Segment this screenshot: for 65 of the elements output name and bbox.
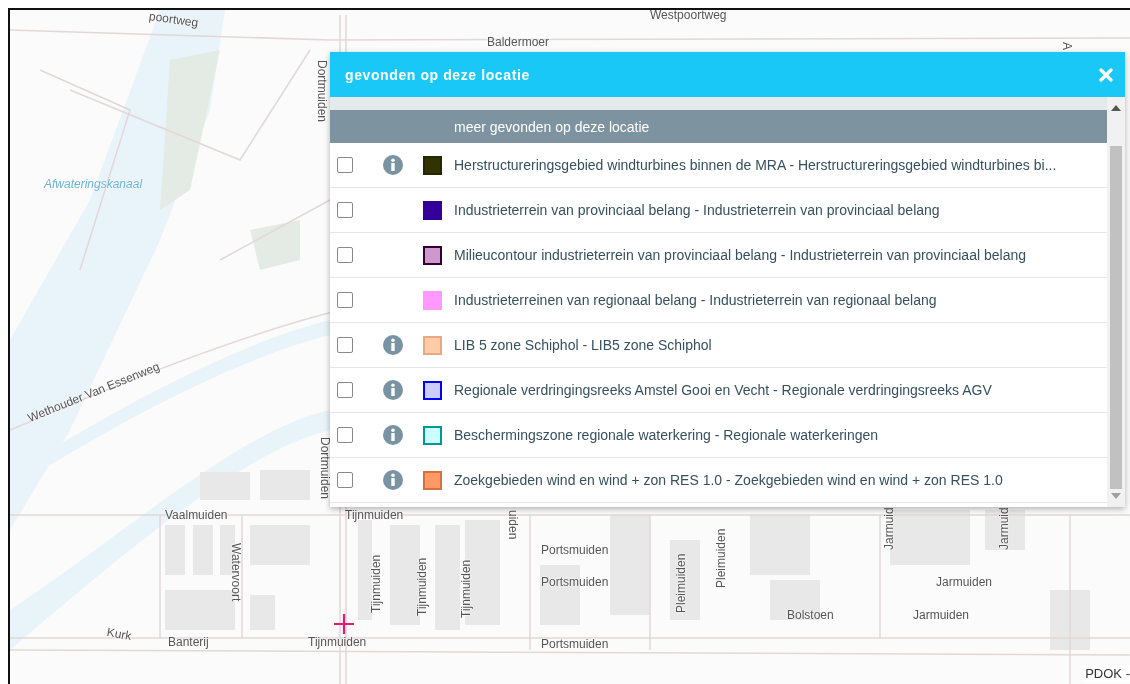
street-label: Tijnmuiden xyxy=(308,636,367,648)
checkbox[interactable] xyxy=(337,292,353,308)
street-label: Portsmuiden xyxy=(541,544,609,556)
close-button[interactable] xyxy=(1099,67,1113,82)
street-label: Westpoortweg xyxy=(650,10,727,21)
layer-row[interactable]: LIB 5 zone Schiphol - LIB5 zone Schiphol xyxy=(330,323,1107,368)
checkbox[interactable] xyxy=(337,337,353,353)
street-label: Jarmuid xyxy=(998,507,1010,550)
street-label: Dortmuiden xyxy=(319,437,331,500)
scrollbar[interactable] xyxy=(1107,97,1125,507)
street-label: Kurk xyxy=(105,626,133,643)
street-label: Vaalmuiden xyxy=(165,509,228,521)
street-label: Tijnmuiden xyxy=(370,554,382,613)
checkbox[interactable] xyxy=(337,427,353,443)
street-label: Tijnmuiden xyxy=(460,559,472,618)
map-attribution: PDOK - xyxy=(1083,665,1130,682)
street-label: Pleimuiden xyxy=(675,553,687,613)
street-label: Afwateringskanaal xyxy=(44,178,143,190)
scroll-down-icon[interactable] xyxy=(1111,493,1121,499)
layer-name: Herstructureringsgebied windturbines binnen de MRA - Herstructureringsgebied windturbines bi... xyxy=(454,157,1057,173)
checkbox[interactable] xyxy=(337,157,353,173)
layer-row[interactable]: Herstructureringsgebied windturbines binnen de MRA - Herstructureringsgebied windturbines bi... xyxy=(330,143,1107,188)
layer-name: LIB 5 zone Schiphol - LIB5 zone Schiphol xyxy=(454,337,712,353)
street-label: A xyxy=(1061,42,1073,50)
street-label: Jarmuiden xyxy=(913,609,970,621)
layer-name: Zoekgebieden wind en wind + zon RES 1.0 - Zoekgebieden wind en wind + zon RES 1.0 xyxy=(454,472,1003,488)
layer-name: Regionale verdringingsreeks Amstel Gooi en Vecht - Regionale verdringingsreeks AGV xyxy=(454,382,992,398)
street-label: poortweg xyxy=(148,10,199,29)
street-label: Tijnmuiden xyxy=(416,557,428,616)
info-icon[interactable] xyxy=(383,380,403,400)
scroll-up-icon[interactable] xyxy=(1111,105,1121,111)
checkbox[interactable] xyxy=(337,247,353,263)
layer-name: Industrieterrein van provinciaal belang - Industrieterrein van provinciaal belang xyxy=(454,202,940,218)
street-label: Jarmuid xyxy=(883,507,895,550)
layer-name: Milieucontour industrieterrein van provinciaal belang - Industrieterrein van provinciaal belang xyxy=(454,247,1026,263)
street-label: Portsmuiden xyxy=(541,638,609,650)
street-label: Bolstoen xyxy=(787,609,834,621)
layer-row[interactable]: Zoekgebieden wind en wind + zon RES 1.0 - Zoekgebieden wind en wind + zon RES 1.0 xyxy=(330,458,1107,503)
layer-row[interactable]: Beschermingszone regionale waterkering - Regionale waterkeringen xyxy=(330,413,1107,458)
layer-name: Industrieterreinen van regionaal belang - Industrieterrein van regionaal belang xyxy=(454,292,937,308)
column-header-text: meer gevonden op deze locatie xyxy=(454,118,650,135)
checkbox[interactable] xyxy=(337,202,353,218)
location-marker-icon xyxy=(333,613,355,635)
info-icon[interactable] xyxy=(383,425,403,445)
info-icon[interactable] xyxy=(383,335,403,355)
layer-row[interactable]: Industrieterreinen van regionaal belang - Industrieterrein van regionaal belang xyxy=(330,278,1107,323)
popup-title: gevonden op deze locatie xyxy=(345,66,530,83)
checkbox[interactable] xyxy=(337,382,353,398)
scroll-thumb[interactable] xyxy=(1110,146,1122,489)
street-label: Baldermoer xyxy=(487,36,550,48)
layer-row[interactable]: Milieucontour industrieterrein van provinciaal belang - Industrieterrein van provinciaal belang xyxy=(330,233,1107,278)
street-label: Banterij xyxy=(168,636,209,648)
checkbox[interactable] xyxy=(337,472,353,488)
info-icon[interactable] xyxy=(383,155,403,175)
layer-name: Beschermingszone regionale waterkering - Regionale waterkeringen xyxy=(454,427,879,443)
street-label: Portsmuiden xyxy=(541,576,609,588)
street-label: Watervoort xyxy=(230,543,242,602)
info-icon[interactable] xyxy=(383,470,403,490)
layer-row[interactable]: Regionale verdringingsreeks Amstel Gooi en Vecht - Regionale verdringingsreeks AGV xyxy=(330,368,1107,413)
street-label: uiden xyxy=(507,510,519,540)
street-label: Jarmuiden xyxy=(936,576,993,588)
street-label: Tijnmuiden xyxy=(345,509,404,521)
street-label: Pleimuiden xyxy=(715,528,727,588)
layer-row[interactable]: Industrieterrein van provinciaal belang - Industrieterrein van provinciaal belang xyxy=(330,188,1107,233)
street-label: Dortmuiden xyxy=(316,60,328,123)
